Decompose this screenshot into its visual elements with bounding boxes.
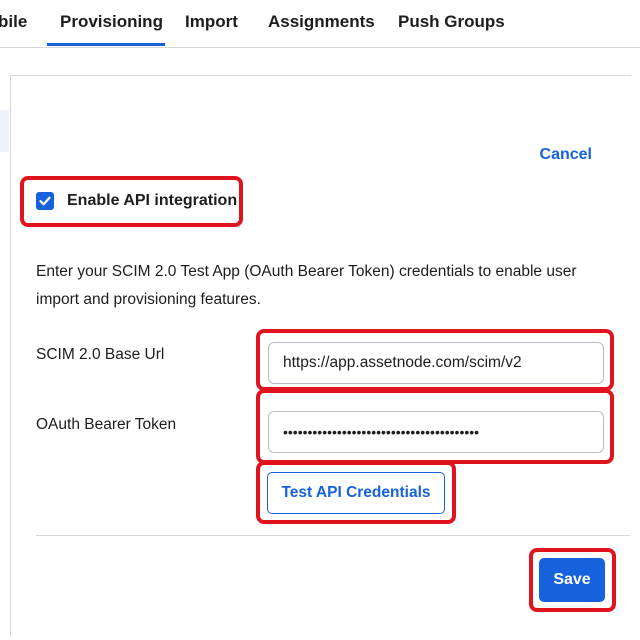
token-input[interactable]: •••••••••••••••••••••••••••••••••••••••• (268, 411, 604, 453)
tab-assignments[interactable]: Assignments (268, 12, 375, 32)
divider (36, 535, 630, 536)
tab-provisioning[interactable]: Provisioning (60, 12, 163, 32)
base-url-input[interactable]: https://app.assetnode.com/scim/v2 (268, 342, 604, 384)
cancel-button[interactable]: Cancel (540, 146, 592, 164)
checkmark-icon (39, 196, 51, 206)
active-tab-indicator (47, 43, 165, 46)
enable-api-checkbox[interactable] (36, 192, 54, 210)
test-api-credentials-button[interactable]: Test API Credentials (267, 472, 445, 514)
provisioning-page: bile Provisioning Import Assignments Pus… (0, 0, 640, 640)
tab-push-groups[interactable]: Push Groups (398, 12, 505, 32)
save-button[interactable]: Save (539, 558, 605, 602)
tab-import[interactable]: Import (185, 12, 238, 32)
base-url-label: SCIM 2.0 Base Url (36, 346, 165, 363)
tab-mobile[interactable]: bile (0, 12, 27, 32)
token-label: OAuth Bearer Token (36, 416, 177, 433)
enable-api-label: Enable API integration (67, 192, 238, 209)
tab-bar: bile Provisioning Import Assignments Pus… (0, 0, 640, 48)
side-strip (0, 110, 9, 152)
description-text: Enter your SCIM 2.0 Test App (OAuth Bear… (36, 263, 577, 308)
